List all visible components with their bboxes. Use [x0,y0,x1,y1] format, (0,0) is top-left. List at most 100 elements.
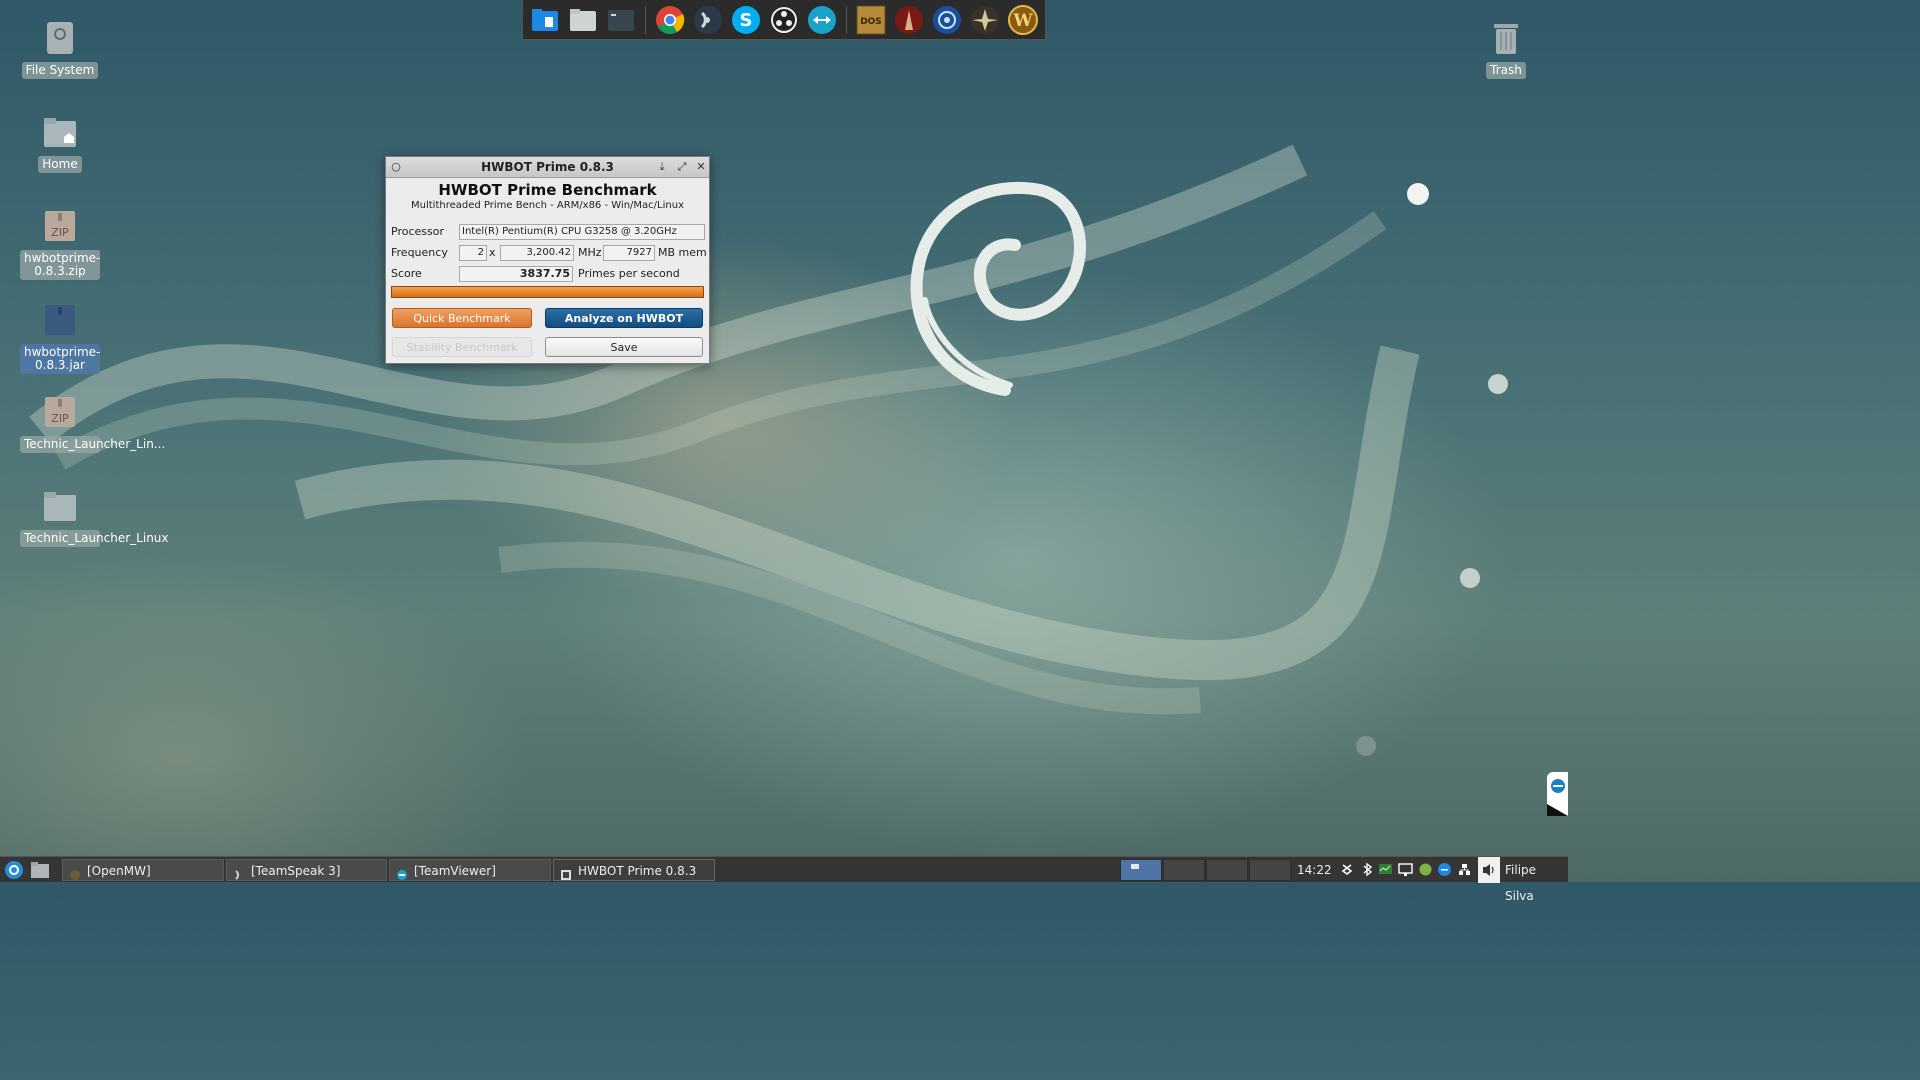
network-icon[interactable] [1457,862,1472,877]
desktop-icon-hwbot-jar[interactable]: hwbotprime-0.8.3.jar [20,300,100,374]
dock-separator [845,5,847,34]
workspace-3[interactable] [1206,859,1248,881]
app-heading: HWBOT Prime Benchmark [438,181,657,199]
task-openmw[interactable]: [OpenMW] [62,859,224,881]
desktop-icon-label: Home [38,156,82,173]
system-monitor-icon[interactable] [1378,862,1393,877]
task-label: [OpenMW] [87,864,151,878]
cores-field[interactable]: 2 [459,245,487,261]
task-hwbot[interactable]: HWBOT Prime 0.8.3 [553,859,715,881]
task-teamviewer[interactable]: [TeamViewer] [389,859,551,881]
minimize-icon[interactable]: ⤓ [655,160,669,174]
desktop-icon-label: Trash [1486,62,1526,79]
wallpaper [29,144,1508,756]
diablo-icon[interactable] [893,3,925,36]
memory-field[interactable]: 7927 [603,245,655,261]
zip-icon: ZIP [40,206,80,246]
volume-button[interactable] [1478,857,1500,883]
user-name[interactable]: Filipe Silva [1505,857,1568,903]
hwbot-icon [560,866,572,880]
trash-icon [1486,18,1526,58]
folder-icon[interactable] [567,3,599,36]
jar-icon [40,300,80,340]
svg-text:ZIP: ZIP [51,412,69,425]
display-icon[interactable] [1398,862,1413,877]
home-folder-icon [40,112,80,152]
maximize-icon[interactable]: ⤢ [675,160,689,174]
skype-icon[interactable]: S [730,3,762,36]
window-titlebar[interactable]: ○ HWBOT Prime 0.8.3 ⤓ ⤢ ✕ [386,157,709,178]
game-icon[interactable] [969,3,1001,36]
task-label: HWBOT Prime 0.8.3 [578,864,697,878]
folder-icon [40,486,80,526]
score-label: Score [391,267,422,280]
teamviewer-icon [1547,779,1568,816]
desktop-icon-label: hwbotprime-0.8.3.jar [20,344,100,374]
drive-icon [40,18,80,58]
battlenet-icon[interactable] [931,3,963,36]
dosbox-icon[interactable]: DOS [855,3,887,36]
task-label: [TeamViewer] [414,864,496,878]
stability-benchmark-button: Stability Benchmark [392,337,532,357]
close-icon[interactable]: ✕ [694,160,708,174]
workspace-1[interactable] [1120,859,1162,881]
workspace-2[interactable] [1163,859,1205,881]
wow-icon[interactable]: W [1007,3,1039,36]
terminal-icon[interactable] [605,3,637,36]
top-dock: S DOS W [522,0,1046,40]
processor-field[interactable]: Intel(R) Pentium(R) CPU G3258 @ 3.20GHz [459,224,705,240]
workspace-window-thumbnail [1131,864,1139,869]
desktop-icon-label: Technic_Launcher_Lin... [20,436,165,453]
desktop-icon-trash[interactable]: Trash [1466,18,1546,79]
desktop-icon-home[interactable]: Home [20,112,100,173]
teamspeak-icon [233,866,245,880]
desktop-icon-label: hwbotprime-0.8.3.zip [20,250,100,280]
menu-launcher-icon[interactable] [2,858,26,882]
dropbox-icon[interactable] [1340,862,1355,877]
svg-text:W: W [1012,11,1033,31]
save-button[interactable]: Save [545,337,703,357]
workspace-4[interactable] [1249,859,1291,881]
file-manager-icon[interactable] [529,3,561,36]
desktop-icon-file-system[interactable]: File System [20,18,100,79]
speaker-icon [1483,864,1494,876]
chrome-icon[interactable] [654,3,686,36]
analyze-on-hwbot-button[interactable]: Analyze on HWBOT [545,308,703,328]
zip-icon: ZIP [40,392,80,432]
teamspeak-icon[interactable] [692,3,724,36]
processor-label: Processor [391,225,444,238]
dock-separator [645,5,646,34]
desktop-icon-technic-zip[interactable]: ZIP Technic_Launcher_Lin... [20,392,165,453]
bluetooth-icon[interactable] [1360,862,1375,877]
task-label: [TeamSpeak 3] [251,864,341,878]
teamviewer-tray-icon[interactable] [1437,862,1452,877]
obs-icon[interactable] [768,3,800,36]
teamviewer-icon [396,866,408,880]
memory-unit-label: MB mem [658,246,707,259]
svg-text:ZIP: ZIP [51,226,69,239]
score-unit-label: Primes per second [578,267,680,280]
file-manager-launcher-icon[interactable] [28,858,52,882]
sync-icon[interactable] [1418,862,1433,877]
teamviewer-icon[interactable] [806,3,838,36]
debian-logo [910,181,1086,396]
mhz-unit-label: MHz [578,246,602,259]
svg-text:DOS: DOS [860,17,882,27]
score-field[interactable]: 3837.75 [459,266,573,282]
clock[interactable]: 14:22 [1297,857,1332,883]
teamviewer-side-tab[interactable] [1547,772,1568,816]
frequency-label: Frequency [391,246,448,259]
hwbot-window: ○ HWBOT Prime 0.8.3 ⤓ ⤢ ✕ HWBOT Prime Be… [385,156,710,364]
svg-text:S: S [739,10,752,31]
desktop-icon-label: File System [21,62,99,79]
taskbar: [OpenMW] [TeamSpeak 3] [TeamViewer] HWBO… [0,856,1568,903]
mhz-field[interactable]: 3,200.42 [500,245,574,261]
task-teamspeak[interactable]: [TeamSpeak 3] [226,859,387,881]
app-subheading: Multithreaded Prime Bench - ARM/x86 - Wi… [411,200,684,211]
desktop-icon-technic-folder[interactable]: Technic_Launcher_Linux [20,486,169,547]
desktop-icon-hwbot-zip[interactable]: ZIP hwbotprime-0.8.3.zip [20,206,100,280]
quick-benchmark-button[interactable]: Quick Benchmark [392,308,532,328]
times-label: x [489,246,496,259]
benchmark-progress-bar [391,286,704,298]
openmw-icon [69,866,81,880]
